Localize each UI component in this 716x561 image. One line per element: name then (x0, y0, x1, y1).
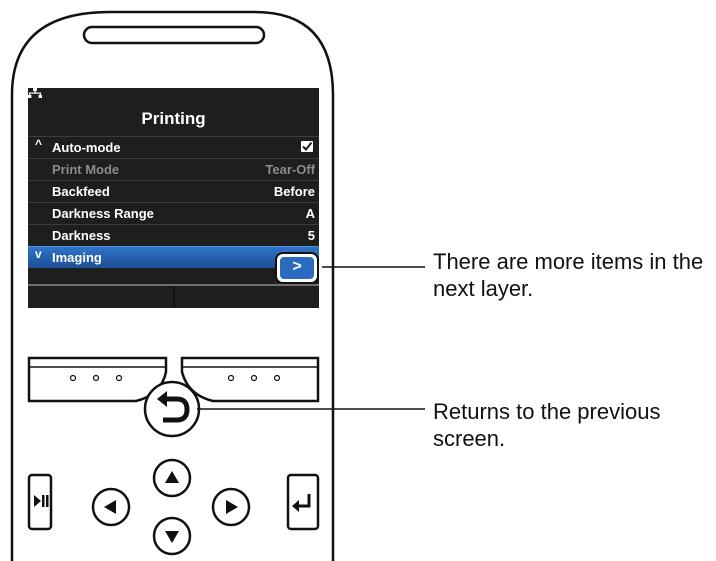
lcd-screen: Printing ^ Auto-mode Print Mode Tear-Off… (28, 88, 319, 308)
menu-item-value: Before (273, 184, 315, 199)
next-layer-button[interactable]: > (275, 252, 319, 284)
menu-item-darkness[interactable]: Darkness 5 (28, 224, 319, 246)
menu-item-value: A (305, 206, 315, 221)
menu-item-label: Darkness Range (52, 206, 154, 221)
menu-item-darkness-range[interactable]: Darkness Range A (28, 202, 319, 224)
arrow-right-button[interactable] (211, 487, 251, 527)
back-button[interactable] (143, 380, 201, 438)
arrow-down-button[interactable] (152, 516, 192, 556)
arrow-up-button[interactable] (152, 458, 192, 498)
check-icon[interactable] (301, 141, 313, 152)
softkey-left[interactable] (27, 356, 168, 403)
softkey-divider (173, 286, 175, 308)
menu-item-label: Darkness (52, 228, 111, 243)
callout-back: Returns to the previous screen. (433, 399, 661, 451)
menu-item-label: Imaging (52, 250, 102, 265)
menu-item-value: 5 (307, 228, 315, 243)
scroll-down-indicator: v (35, 247, 42, 261)
screen-title: Printing (141, 109, 206, 128)
menu-item-print-mode: Print Mode Tear-Off (28, 158, 319, 180)
menu-list: ^ Auto-mode Print Mode Tear-Off Backfeed… (28, 136, 319, 268)
chevron-right-icon: > (280, 257, 314, 279)
softkey-right[interactable] (180, 356, 320, 403)
arrow-left-button[interactable] (91, 487, 131, 527)
scroll-up-indicator: ^ (35, 137, 43, 151)
printer-control-panel: Printing ^ Auto-mode Print Mode Tear-Off… (0, 0, 716, 561)
menu-item-label: Print Mode (52, 162, 120, 177)
menu-item-auto-mode[interactable]: ^ Auto-mode (28, 136, 319, 158)
menu-item-value: Tear-Off (265, 162, 315, 177)
enter-button[interactable] (286, 473, 320, 531)
menu-item-label: Backfeed (52, 184, 110, 199)
play-pause-button[interactable] (27, 473, 53, 531)
menu-item-label: Auto-mode (52, 140, 121, 155)
menu-item-backfeed[interactable]: Backfeed Before (28, 180, 319, 202)
softkey-bar (28, 284, 319, 308)
network-icon (28, 88, 42, 98)
callout-more-items: There are more items in the next layer. (433, 249, 704, 301)
